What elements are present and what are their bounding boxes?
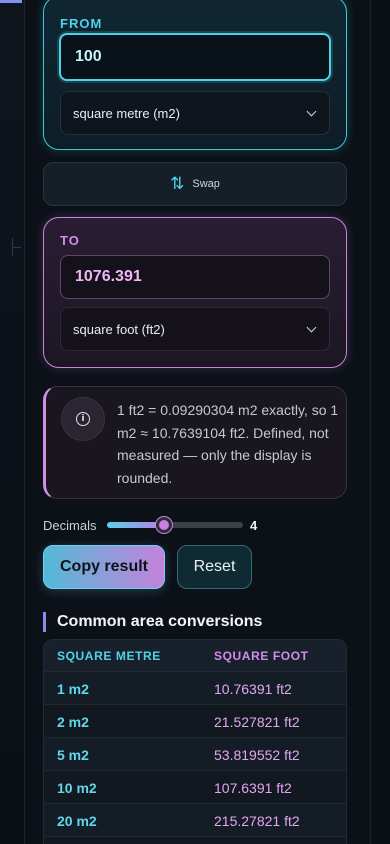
from-label: FROM bbox=[60, 16, 103, 31]
cell-square-metre: 2 m2 bbox=[57, 714, 89, 730]
decimals-label: Decimals bbox=[43, 518, 97, 533]
cell-square-foot: 107.6391 ft2 bbox=[214, 780, 292, 796]
table-row: 5 m2 53.819552 ft2 bbox=[44, 738, 346, 771]
swap-button[interactable]: ⇅ Swap bbox=[43, 162, 347, 206]
table-row: 10 m2 107.6391 ft2 bbox=[44, 771, 346, 804]
cell-square-foot: 10.76391 ft2 bbox=[214, 681, 292, 697]
to-unit-select[interactable]: square foot (ft2) bbox=[60, 307, 330, 351]
swap-vertical-icon: ⇅ bbox=[170, 173, 185, 194]
left-sidebar-edge bbox=[0, 0, 25, 844]
from-card: FROM square metre (m2) bbox=[43, 0, 347, 150]
chevron-down-icon bbox=[306, 322, 317, 332]
conversion-table: SQUARE METRE SQUARE FOOT 1 m2 10.76391 ft… bbox=[43, 639, 347, 844]
info-icon: i bbox=[61, 397, 105, 441]
reset-button[interactable]: Reset bbox=[177, 545, 252, 589]
table-row: 2 m2 21.527821 ft2 bbox=[44, 705, 346, 738]
swap-label: Swap bbox=[192, 178, 220, 190]
decimals-control: Decimals 4 bbox=[43, 516, 347, 536]
chevron-down-icon bbox=[306, 106, 317, 116]
copy-result-button[interactable]: Copy result bbox=[43, 545, 165, 589]
to-card: TO square foot (ft2) bbox=[43, 217, 347, 368]
decimals-value: 4 bbox=[250, 518, 258, 533]
rail-accent-bar bbox=[0, 0, 22, 3]
rail-marker-icon bbox=[12, 238, 21, 256]
slider-thumb[interactable] bbox=[156, 517, 173, 533]
section-title: Common area conversions bbox=[43, 612, 262, 632]
cell-square-foot: 53.819552 ft2 bbox=[214, 747, 300, 763]
info-note: i 1 ft2 = 0.09290304 m2 exactly, so 1 m2… bbox=[43, 386, 347, 499]
table-row: 1 m2 10.76391 ft2 bbox=[44, 672, 346, 705]
to-value-output[interactable] bbox=[60, 255, 330, 299]
right-sidebar-edge bbox=[370, 0, 390, 844]
from-unit-select[interactable]: square metre (m2) bbox=[60, 91, 330, 135]
table-row: 20 m2 215.27821 ft2 bbox=[44, 804, 346, 837]
to-label: TO bbox=[60, 233, 80, 248]
to-unit-value: square foot (ft2) bbox=[73, 321, 165, 337]
cell-square-metre: 10 m2 bbox=[57, 780, 97, 796]
cell-square-foot: 215.27821 ft2 bbox=[214, 813, 300, 829]
table-header: SQUARE METRE SQUARE FOOT bbox=[44, 640, 346, 672]
column-header-square-metre: SQUARE METRE bbox=[57, 649, 161, 663]
from-unit-value: square metre (m2) bbox=[73, 105, 180, 121]
cell-square-metre: 1 m2 bbox=[57, 681, 89, 697]
info-text: 1 ft2 = 0.09290304 m2 exactly, so 1 m2 ≈… bbox=[117, 402, 339, 486]
column-header-square-foot: SQUARE FOOT bbox=[214, 649, 309, 663]
converter-page: FROM square metre (m2) ⇅ Swap TO square … bbox=[0, 0, 390, 844]
decimals-slider[interactable] bbox=[107, 517, 243, 533]
cell-square-metre: 5 m2 bbox=[57, 747, 89, 763]
cell-square-foot: 21.527821 ft2 bbox=[214, 714, 300, 730]
cell-square-metre: 20 m2 bbox=[57, 813, 97, 829]
from-value-input[interactable] bbox=[59, 33, 331, 81]
